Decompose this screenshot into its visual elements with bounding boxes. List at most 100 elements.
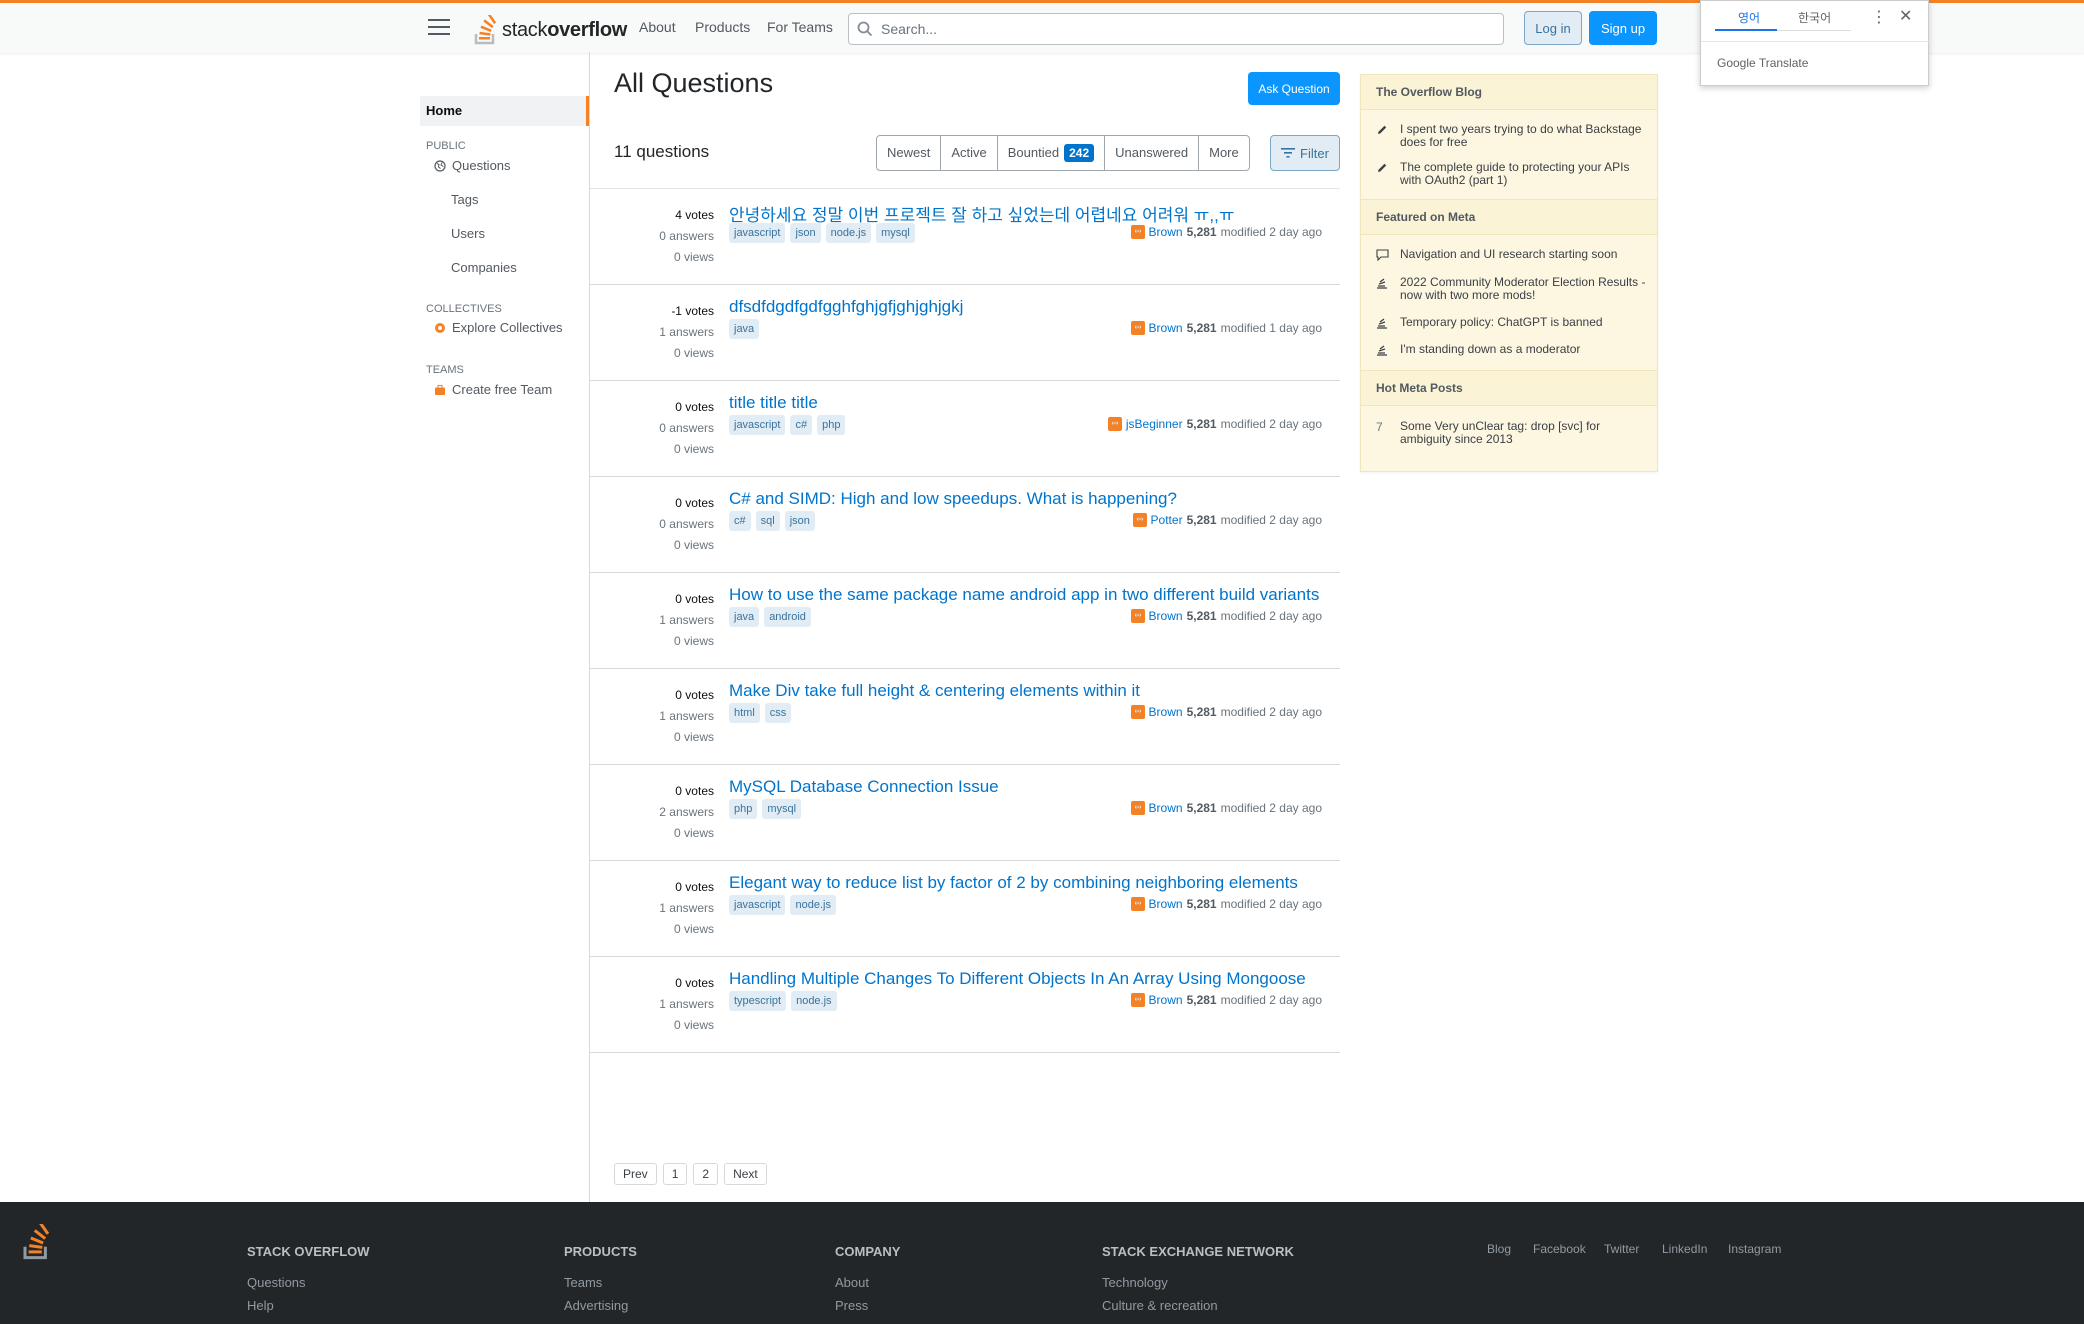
translate-tab-korean[interactable]: 한국어 — [1798, 9, 1831, 31]
close-icon[interactable]: ✕ — [1899, 6, 1912, 26]
footer-link-teams[interactable]: Teams — [564, 1275, 602, 1290]
question-tag[interactable]: node.js — [825, 223, 872, 243]
question-tag[interactable]: css — [764, 703, 792, 723]
question-title-link[interactable]: Elegant way to reduce list by factor of … — [729, 873, 1298, 893]
footer-link-advertising[interactable]: Advertising — [564, 1298, 628, 1313]
question-tag[interactable]: json — [790, 223, 821, 243]
question-tag[interactable]: html — [729, 703, 760, 723]
question-tag[interactable]: node.js — [791, 991, 837, 1011]
sidebar-item-home[interactable]: Home — [420, 96, 589, 126]
footer-social-instagram[interactable]: Instagram — [1728, 1242, 1781, 1256]
owner-name-link[interactable]: Brown — [1149, 993, 1183, 1007]
question-title-link[interactable]: Handling Multiple Changes To Different O… — [729, 969, 1306, 989]
footer-link-press[interactable]: Press — [835, 1298, 868, 1313]
question-tag[interactable]: c# — [790, 415, 813, 435]
more-options-icon[interactable]: ⋮ — [1871, 7, 1887, 27]
footer-social-blog[interactable]: Blog — [1487, 1242, 1511, 1256]
meta-item[interactable]: Temporary policy: ChatGPT is banned — [1376, 316, 1646, 329]
question-tag[interactable]: java — [729, 319, 760, 339]
question-title-link[interactable]: How to use the same package name android… — [729, 585, 1319, 605]
footer-link-help[interactable]: Help — [247, 1298, 274, 1313]
owner-name-link[interactable]: Brown — [1149, 801, 1183, 815]
question-title-link[interactable]: dfsdfdgdfgdfgghfghjgfjghjghjgkj — [729, 297, 963, 317]
question-tag[interactable]: php — [817, 415, 846, 435]
owner-name-link[interactable]: Brown — [1149, 321, 1183, 335]
search-input[interactable] — [881, 18, 1481, 40]
question-title-link[interactable]: Make Div take full height & centering el… — [729, 681, 1140, 701]
pager-page-1[interactable]: 1 — [662, 1163, 688, 1185]
meta-item[interactable]: 2022 Community Moderator Election Result… — [1376, 276, 1646, 302]
avatar[interactable] — [1130, 705, 1145, 719]
avatar[interactable] — [1130, 321, 1145, 335]
filter-unanswered[interactable]: Unanswered — [1105, 136, 1200, 170]
filter-bountied[interactable]: Bountied 242 — [998, 136, 1106, 170]
sidebar-item-companies[interactable]: Companies — [451, 260, 517, 275]
avatar[interactable] — [1107, 417, 1122, 431]
question-tag[interactable]: json — [784, 511, 815, 531]
avatar[interactable] — [1130, 801, 1145, 815]
footer-link-about[interactable]: About — [835, 1275, 869, 1290]
question-tag[interactable]: php — [729, 799, 758, 819]
hot-meta-item[interactable]: 7 Some Very unClear tag: drop [svc] for a… — [1376, 420, 1646, 446]
footer-link-questions[interactable]: Questions — [247, 1275, 306, 1290]
question-title-link[interactable]: MySQL Database Connection Issue — [729, 777, 999, 797]
question-tag[interactable]: javascript — [729, 895, 786, 915]
blog-item[interactable]: The complete guide to protecting your AP… — [1376, 161, 1646, 187]
owner-name-link[interactable]: Brown — [1149, 225, 1183, 239]
pager-prev[interactable]: Prev — [614, 1163, 657, 1185]
owner-name-link[interactable]: jsBeginner — [1126, 417, 1183, 431]
question-tag[interactable]: mysql — [876, 223, 915, 243]
footer-social-facebook[interactable]: Facebook — [1533, 1242, 1586, 1256]
owner-name-link[interactable]: Brown — [1149, 897, 1183, 911]
meta-item[interactable]: I'm standing down as a moderator — [1376, 343, 1646, 356]
owner-name-link[interactable]: Brown — [1149, 609, 1183, 623]
answer-count: 0 answers — [659, 517, 714, 531]
question-tag[interactable]: c# — [729, 511, 751, 531]
question-tag[interactable]: sql — [755, 511, 780, 531]
owner-name-link[interactable]: Brown — [1149, 705, 1183, 719]
signup-button[interactable]: Sign up — [1589, 11, 1657, 45]
avatar[interactable] — [1130, 993, 1145, 1007]
question-tag[interactable]: node.js — [790, 895, 836, 915]
footer-social-twitter[interactable]: Twitter — [1604, 1242, 1639, 1256]
footer-logo-icon[interactable] — [22, 1224, 52, 1260]
search-box[interactable] — [848, 13, 1504, 45]
avatar[interactable] — [1130, 225, 1145, 239]
meta-item[interactable]: Navigation and UI research starting soon — [1376, 248, 1646, 261]
question-tag[interactable]: typescript — [729, 991, 787, 1011]
pager-next[interactable]: Next — [724, 1163, 767, 1185]
filter-newest[interactable]: Newest — [877, 136, 942, 170]
sidebar-item-users[interactable]: Users — [451, 226, 485, 241]
avatar[interactable] — [1132, 513, 1147, 527]
footer-link-technology[interactable]: Technology — [1102, 1275, 1168, 1290]
question-title-link[interactable]: title title title — [729, 393, 818, 413]
hamburger-menu-icon[interactable] — [428, 19, 450, 37]
question-tag[interactable]: java — [729, 607, 760, 627]
sidebar-item-explore-collectives[interactable]: Explore Collectives — [434, 320, 563, 335]
footer-social-linkedin[interactable]: LinkedIn — [1662, 1242, 1707, 1256]
pager-page-2[interactable]: 2 — [693, 1163, 719, 1185]
filter-button[interactable]: Filter — [1270, 135, 1340, 171]
question-tag[interactable]: android — [764, 607, 811, 627]
question-tag[interactable]: javascript — [729, 415, 786, 435]
question-tag[interactable]: javascript — [729, 223, 786, 243]
question-tag[interactable]: mysql — [762, 799, 802, 819]
sidebar-item-create-team[interactable]: Create free Team — [434, 382, 552, 397]
footer-link-culture[interactable]: Culture & recreation — [1102, 1298, 1218, 1313]
nav-about[interactable]: About — [639, 19, 676, 35]
sidebar-item-tags[interactable]: Tags — [451, 192, 478, 207]
translate-tab-english[interactable]: 영어 — [1738, 9, 1760, 31]
stackoverflow-logo[interactable]: stackoverflow — [474, 11, 627, 45]
filter-more[interactable]: More — [1199, 136, 1249, 170]
question-title-link[interactable]: C# and SIMD: High and low speedups. What… — [729, 489, 1177, 509]
avatar[interactable] — [1130, 609, 1145, 623]
nav-products[interactable]: Products — [695, 19, 750, 35]
filter-active[interactable]: Active — [941, 136, 998, 170]
owner-name-link[interactable]: Potter — [1151, 513, 1183, 527]
sidebar-item-questions[interactable]: Questions — [434, 158, 511, 173]
login-button[interactable]: Log in — [1524, 11, 1582, 45]
avatar[interactable] — [1130, 897, 1145, 911]
ask-question-button[interactable]: Ask Question — [1248, 72, 1340, 105]
nav-for-teams[interactable]: For Teams — [767, 19, 833, 35]
blog-item[interactable]: I spent two years trying to do what Back… — [1376, 123, 1646, 149]
